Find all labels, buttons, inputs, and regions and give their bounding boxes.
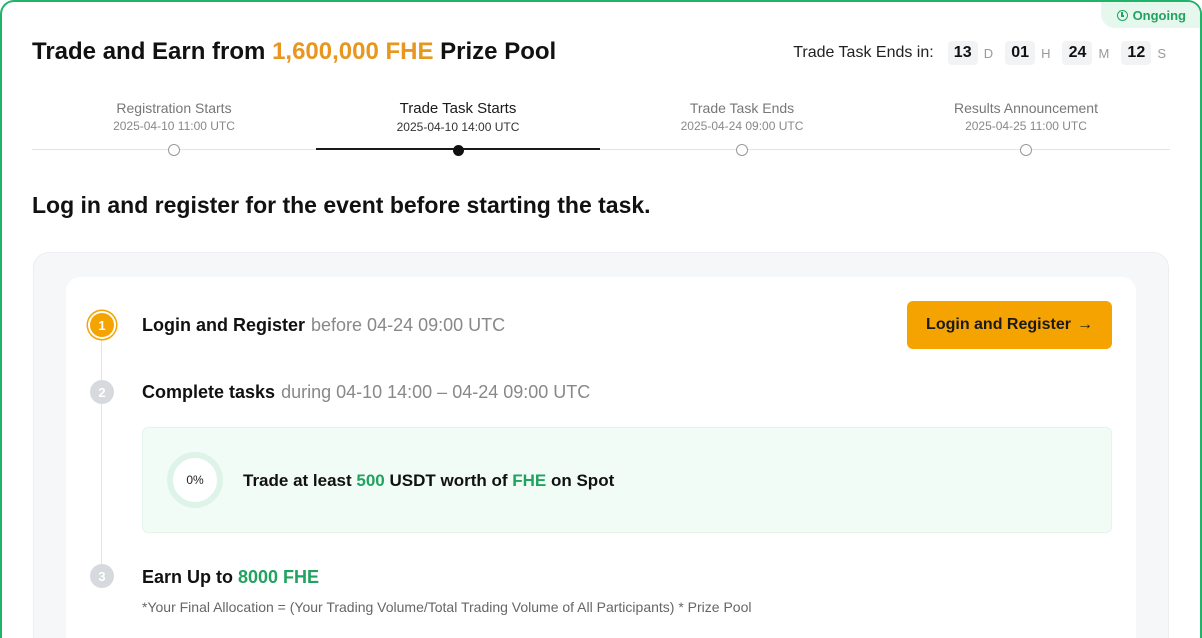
timeline-step-results: Results Announcement 2025-04-25 11:00 UT… xyxy=(884,100,1168,156)
timeline-dot-current xyxy=(453,145,464,156)
timeline-step-trade-end: Trade Task Ends 2025-04-24 09:00 UTC xyxy=(600,100,884,156)
countdown-days-unit: D xyxy=(983,45,994,61)
step-3-number: 3 xyxy=(90,564,114,588)
step-2-title: Complete tasks during 04-10 14:00 – 04-24… xyxy=(142,382,591,402)
step-1-title: Login and Register before 04-24 09:00 UTC xyxy=(142,315,506,335)
countdown-minutes-unit: M xyxy=(1098,45,1110,61)
countdown-days: 13 xyxy=(947,41,978,65)
step-2-number: 2 xyxy=(90,380,114,404)
countdown-hours-unit: H xyxy=(1041,45,1051,61)
countdown: Trade Task Ends in: 13 D 01 H 24 M 12 S xyxy=(793,41,1166,65)
reward-amount: 8000 FHE xyxy=(238,567,320,587)
timeline-step-registration: Registration Starts 2025-04-10 11:00 UTC xyxy=(32,100,316,156)
countdown-seconds-unit: S xyxy=(1157,45,1166,61)
prize-pool-amount: 1,600,000 FHE xyxy=(272,38,434,65)
task-progress-ring: 0% xyxy=(167,452,223,508)
task-description: Trade at least 500 USDT worth of FHE on … xyxy=(243,471,615,490)
allocation-formula: *Your Final Allocation = (Your Trading V… xyxy=(142,599,752,615)
steps-card: 1 Login and Register before 04-24 09:00 U… xyxy=(66,277,1136,638)
event-timeline: Registration Starts 2025-04-10 11:00 UTC… xyxy=(32,100,1170,160)
timeline-step-trade-start: Trade Task Starts 2025-04-10 14:00 UTC xyxy=(316,100,600,156)
trade-task-card: 0% Trade at least 500 USDT worth of FHE … xyxy=(142,427,1112,533)
timeline-track xyxy=(32,149,1170,150)
clock-icon xyxy=(1116,9,1128,21)
page-frame: Ongoing Trade and Earn from 1,600,000 FH… xyxy=(0,0,1202,638)
countdown-seconds: 12 xyxy=(1121,41,1152,65)
steps-connector xyxy=(101,339,102,579)
step-3-title: Earn Up to 8000 FHE xyxy=(142,567,320,587)
status-label: Ongoing xyxy=(1132,7,1186,23)
countdown-hours: 01 xyxy=(1005,41,1036,65)
arrow-right-icon: → xyxy=(1076,316,1093,333)
login-register-button[interactable]: Login and Register → xyxy=(907,301,1112,349)
step-1-number: 1 xyxy=(90,313,114,337)
task-token: FHE xyxy=(512,471,547,490)
section-heading: Log in and register for the event before… xyxy=(32,192,651,218)
timeline-dot xyxy=(1020,144,1032,156)
page-title: Trade and Earn from 1,600,000 FHE Prize … xyxy=(32,38,557,65)
countdown-label: Trade Task Ends in: xyxy=(793,44,934,61)
status-badge: Ongoing xyxy=(1100,2,1200,28)
task-amount: 500 xyxy=(356,471,385,490)
countdown-minutes: 24 xyxy=(1062,41,1093,65)
task-panel: 1 Login and Register before 04-24 09:00 U… xyxy=(33,252,1169,638)
timeline-dot xyxy=(168,144,180,156)
timeline-dot xyxy=(736,144,748,156)
